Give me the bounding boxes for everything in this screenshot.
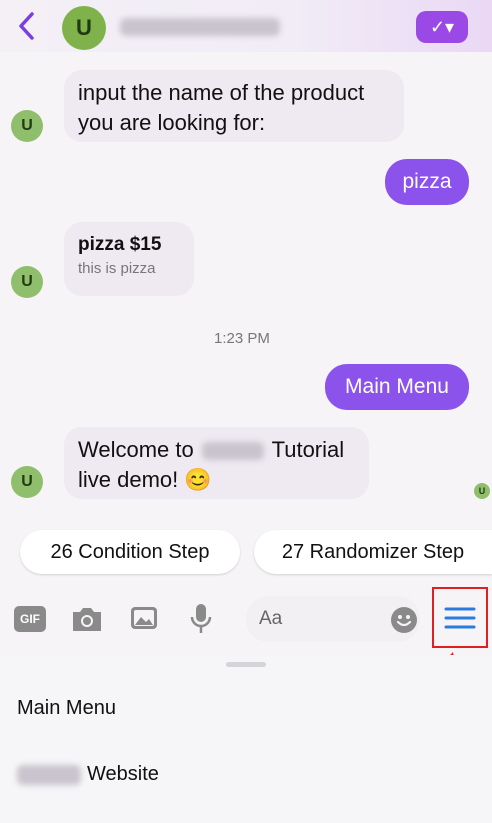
product-card-bubble: pizza $15 this is pizza: [64, 222, 194, 296]
message-line: input the name of the product: [78, 80, 365, 105]
gif-icon[interactable]: GIF: [14, 606, 46, 632]
microphone-icon[interactable]: [188, 602, 214, 641]
message-line: Welcome to Tutorial: [78, 435, 355, 465]
persistent-menu-sheet: [0, 655, 492, 823]
bot-message-bubble: input the name of the product you are lo…: [64, 70, 404, 142]
menu-button[interactable]: [432, 587, 488, 648]
menu-item-label: Website: [87, 763, 159, 785]
check-dropdown-icon: ✓▾: [429, 16, 455, 37]
sheet-handle[interactable]: [226, 662, 266, 667]
contact-name-redacted[interactable]: [120, 18, 280, 36]
user-message-bubble: Main Menu: [325, 364, 469, 410]
menu-item-main-menu[interactable]: Main Menu: [17, 697, 116, 720]
message-text: Tutorial: [271, 437, 345, 462]
user-message-bubble: pizza: [385, 159, 469, 205]
menu-item-label: Main Menu: [17, 697, 116, 719]
message-text: Welcome to: [78, 437, 194, 462]
menu-icon: [444, 607, 476, 628]
read-receipt-avatar: U: [474, 483, 490, 499]
message-input-placeholder: Aa: [259, 608, 283, 629]
product-title: pizza $15: [78, 234, 162, 255]
bot-avatar: U: [11, 466, 43, 498]
message-timestamp: 1:23 PM: [214, 330, 270, 347]
message-line: live demo! 😊: [78, 467, 212, 492]
redacted-text: [201, 442, 264, 461]
back-chevron-icon[interactable]: [14, 10, 40, 42]
product-subtitle: this is pizza: [78, 260, 156, 277]
header-action-button[interactable]: ✓▾: [416, 11, 468, 43]
message-text: Main Menu: [345, 375, 449, 398]
quick-reply-label: 27 Randomizer Step: [281, 540, 465, 563]
menu-item-website[interactable]: Website: [17, 763, 159, 786]
quick-reply-button[interactable]: 27 Randomizer Step: [254, 530, 492, 574]
quick-reply-button[interactable]: 26 Condition Step: [20, 530, 240, 574]
bot-avatar: U: [11, 266, 43, 298]
bot-message-bubble: Welcome to Tutorial live demo! 😊: [64, 427, 369, 499]
quick-reply-label: 26 Condition Step: [50, 540, 210, 563]
camera-icon[interactable]: [70, 604, 104, 639]
bot-avatar: U: [11, 110, 43, 142]
message-text: pizza: [402, 170, 452, 193]
redacted-text: [17, 764, 81, 785]
emoji-icon[interactable]: [390, 606, 418, 639]
contact-avatar[interactable]: U: [62, 6, 106, 50]
message-line: you are looking for:: [78, 110, 266, 135]
image-icon[interactable]: [129, 604, 159, 637]
